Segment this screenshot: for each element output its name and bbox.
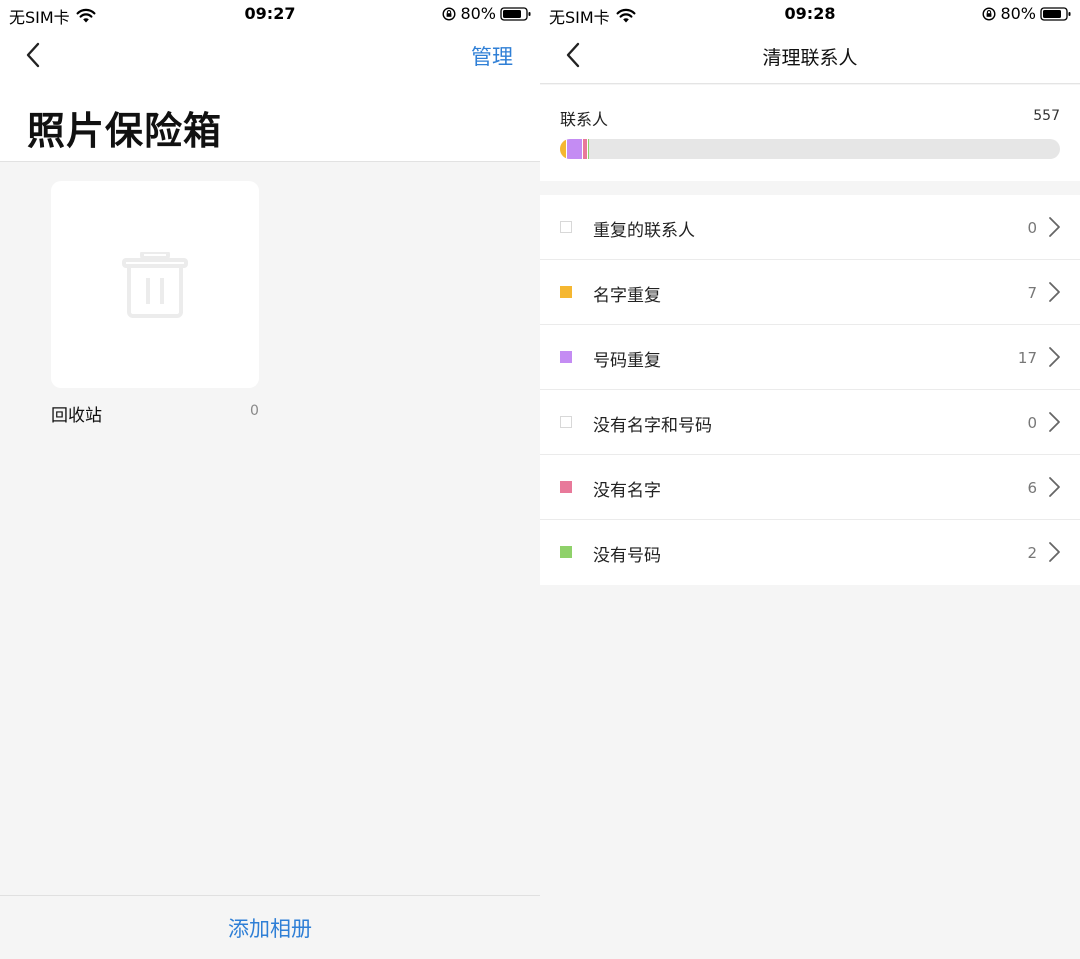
- category-count: 6: [1027, 479, 1037, 497]
- battery-percent: 80%: [460, 4, 496, 23]
- category-label: 重复的联系人: [593, 221, 695, 241]
- nav-bar: 清理联系人: [540, 28, 1080, 84]
- category-color-swatch: [560, 351, 572, 363]
- page-title: 照片保险箱: [27, 109, 223, 153]
- chevron-left-icon: [26, 42, 40, 68]
- category-row[interactable]: 没有号码 2: [540, 520, 1080, 585]
- category-count: 7: [1027, 284, 1037, 302]
- album-name: 回收站: [51, 406, 102, 426]
- contacts-total: 557: [1033, 108, 1060, 124]
- chevron-right-icon: [1049, 217, 1060, 237]
- contacts-label: 联系人: [560, 110, 609, 129]
- category-label: 没有名字: [593, 481, 661, 501]
- category-color-swatch: [560, 416, 572, 428]
- battery-status: 80%: [982, 4, 1072, 23]
- category-color-swatch: [560, 221, 572, 233]
- category-label: 没有号码: [593, 546, 661, 566]
- clean-contacts-screen: 无SIM卡 09:28 80% 清理联系人 联系人 557 重复的联系人 0 名…: [540, 0, 1080, 959]
- battery-percent: 80%: [1000, 4, 1036, 23]
- chevron-right-icon: [1049, 542, 1060, 562]
- category-color-swatch: [560, 286, 572, 298]
- rotation-lock-icon: [982, 6, 996, 21]
- page-title: 清理联系人: [762, 47, 858, 69]
- chevron-right-icon: [1049, 282, 1060, 302]
- photo-vault-screen: 无SIM卡 09:27 80% 管理 照片保险箱 回收站 0 添加相册: [0, 0, 540, 959]
- chevron-right-icon: [1049, 412, 1060, 432]
- battery-status: 80%: [442, 4, 532, 23]
- album-count: 0: [250, 403, 259, 419]
- category-row[interactable]: 没有名字 6: [540, 455, 1080, 520]
- usage-bar-segment: [566, 139, 582, 159]
- chevron-right-icon: [1049, 477, 1060, 497]
- contacts-usage-bar: [560, 139, 1060, 159]
- category-label: 没有名字和号码: [593, 416, 712, 436]
- manage-button[interactable]: 管理: [471, 41, 513, 71]
- add-album-button[interactable]: 添加相册: [228, 913, 312, 943]
- trash-icon: [122, 251, 188, 318]
- category-color-swatch: [560, 481, 572, 493]
- battery-icon: [1040, 6, 1071, 21]
- category-row[interactable]: 名字重复 7: [540, 260, 1080, 325]
- status-bar: 无SIM卡 09:27 80%: [0, 0, 540, 28]
- category-row[interactable]: 没有名字和号码 0: [540, 390, 1080, 455]
- bottom-toolbar: 添加相册: [0, 895, 540, 959]
- back-button[interactable]: [15, 37, 51, 73]
- battery-icon: [500, 6, 531, 21]
- rotation-lock-icon: [442, 6, 456, 21]
- status-bar: 无SIM卡 09:28 80%: [540, 0, 1080, 28]
- album-card-recycle-bin[interactable]: [51, 181, 259, 388]
- category-color-swatch: [560, 546, 572, 558]
- category-count: 2: [1027, 544, 1037, 562]
- category-row[interactable]: 重复的联系人 0: [540, 195, 1080, 260]
- chevron-right-icon: [1049, 347, 1060, 367]
- category-row[interactable]: 号码重复 17: [540, 325, 1080, 390]
- category-label: 号码重复: [593, 351, 661, 371]
- category-count: 0: [1027, 414, 1037, 432]
- category-count: 17: [1017, 349, 1037, 367]
- vault-header: 管理 照片保险箱: [0, 28, 540, 162]
- category-label: 名字重复: [593, 286, 661, 306]
- contacts-summary: 联系人 557: [540, 85, 1080, 181]
- usage-bar-segment: [586, 139, 589, 159]
- category-count: 0: [1027, 219, 1037, 237]
- category-list: 重复的联系人 0 名字重复 7 号码重复 17 没有名字和号码 0 没有名字 6 没有号码 2: [540, 195, 1080, 585]
